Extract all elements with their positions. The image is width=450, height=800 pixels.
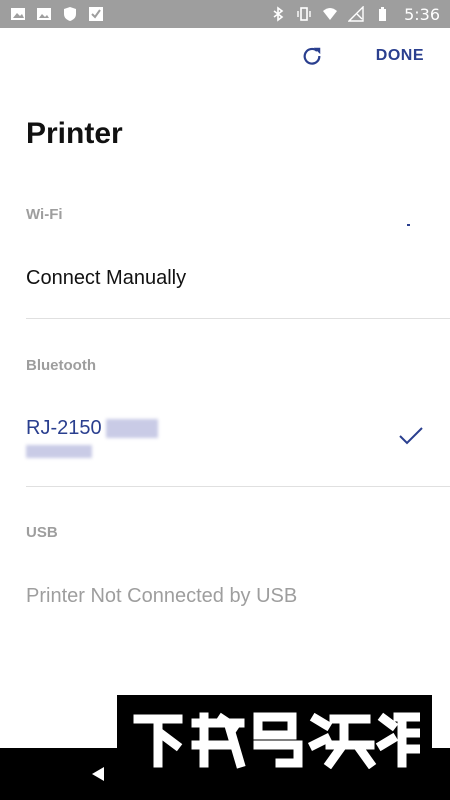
- shield-icon: [64, 7, 76, 21]
- toolbar: DONE: [0, 28, 450, 86]
- gallery-icon: [11, 8, 25, 20]
- logo-watermark: [117, 695, 432, 783]
- divider: [26, 318, 450, 319]
- back-icon[interactable]: [90, 766, 106, 782]
- device-address-redaction: [26, 445, 92, 458]
- connect-manually-item[interactable]: Connect Manually: [26, 267, 186, 290]
- no-signal-icon: [348, 6, 364, 22]
- usb-status-text: Printer Not Connected by USB: [26, 585, 298, 607]
- device-name-redaction: [106, 419, 158, 438]
- image-icon: [37, 8, 51, 20]
- wifi-icon: [323, 8, 338, 20]
- status-time: 5:36: [404, 4, 440, 24]
- page-title: Printer: [26, 117, 123, 150]
- battery-icon: [379, 7, 387, 21]
- watermark-logo: [133, 712, 420, 769]
- bluetooth-device-name: RJ-2150: [26, 417, 102, 439]
- status-right-icons: 5:36: [270, 5, 440, 24]
- wifi-section-label: Wi-Fi: [26, 206, 63, 223]
- refresh-icon: [303, 47, 321, 65]
- bluetooth-section-label: Bluetooth: [26, 357, 96, 374]
- bluetooth-icon: [273, 6, 284, 22]
- loading-indicator: [407, 224, 410, 226]
- refresh-button[interactable]: [298, 42, 326, 70]
- vibrate-icon: [297, 7, 311, 21]
- divider: [26, 486, 450, 487]
- check-icon: [89, 7, 103, 21]
- status-left-icons: [10, 6, 104, 22]
- selected-check-icon: [399, 427, 423, 445]
- status-bar: 5:36: [0, 0, 450, 28]
- usb-section-label: USB: [26, 524, 58, 541]
- done-button[interactable]: DONE: [376, 47, 424, 65]
